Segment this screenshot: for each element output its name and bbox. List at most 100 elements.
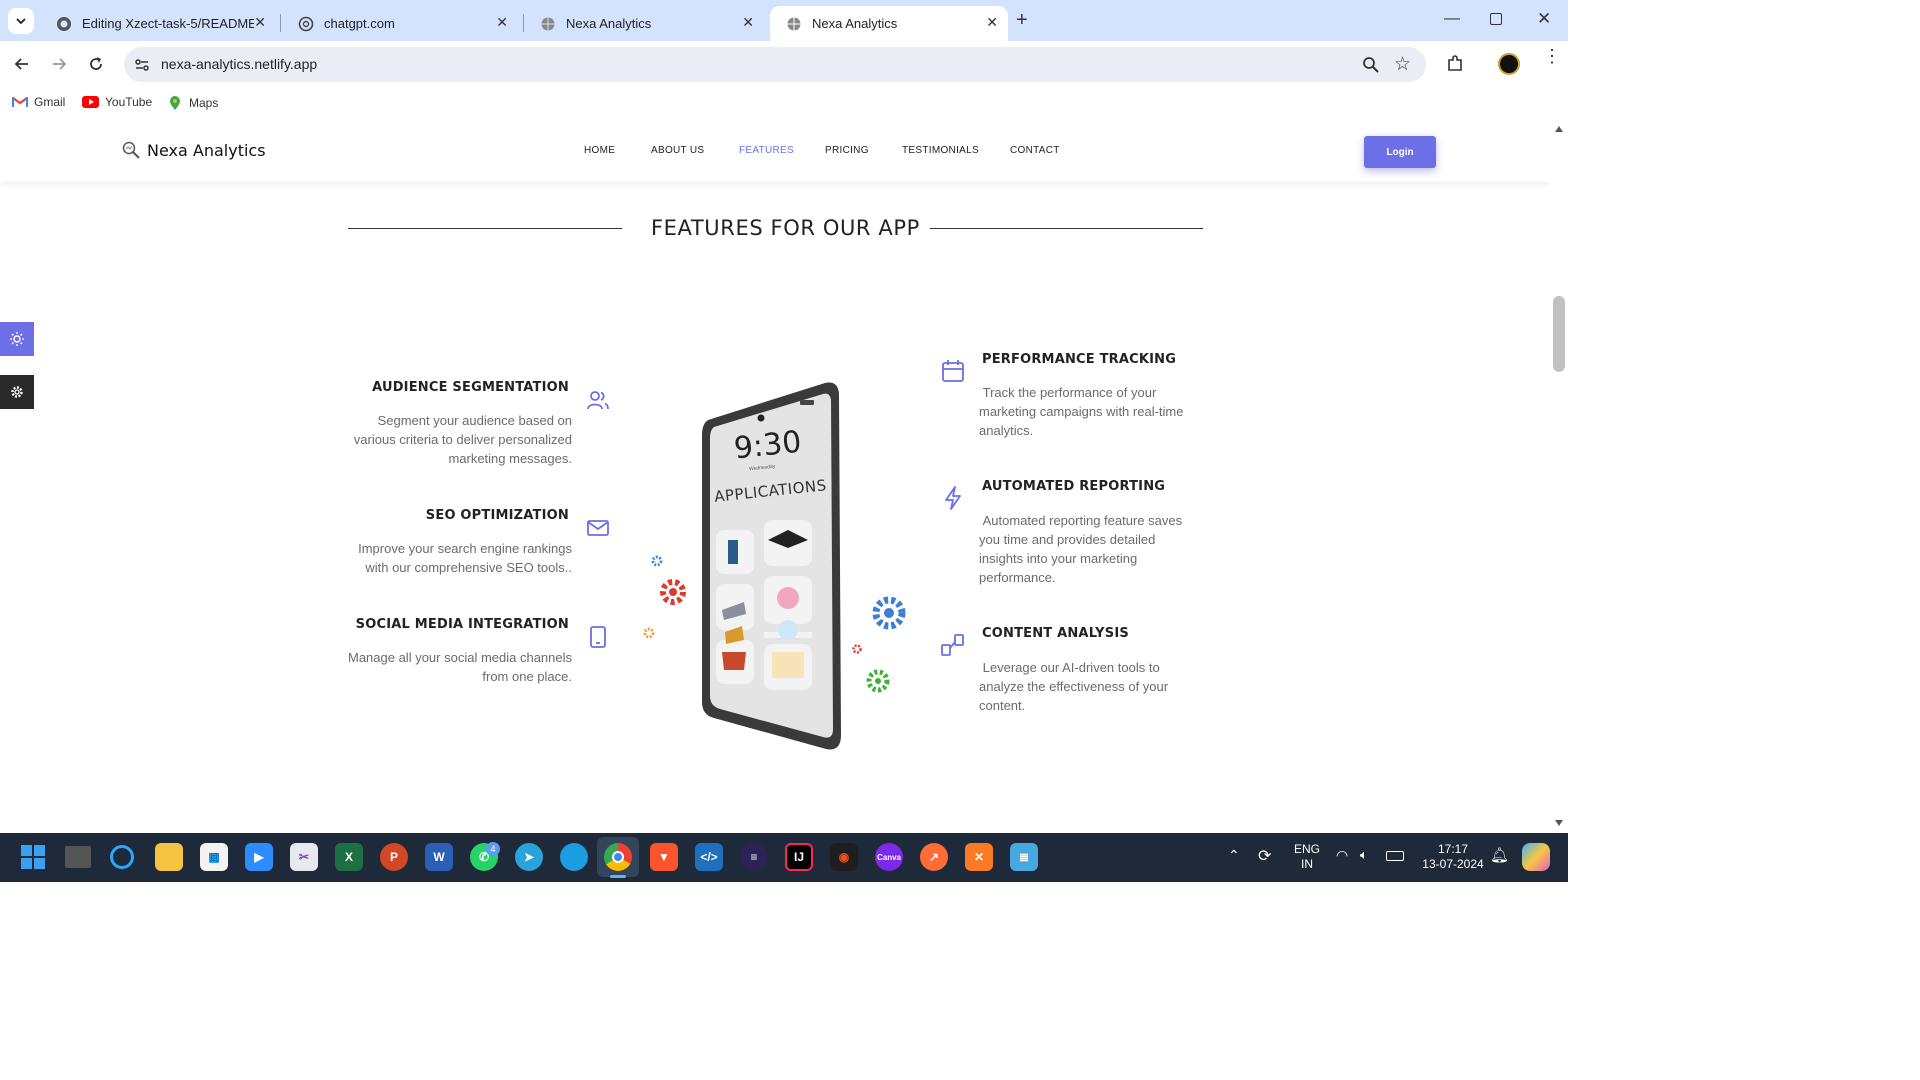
microsoft-store-icon[interactable]: ▦ bbox=[200, 843, 228, 871]
gear-orange-icon bbox=[643, 627, 655, 639]
feature-description: Automated reporting feature saves you ti… bbox=[979, 513, 1186, 585]
close-window-button[interactable]: ✕ bbox=[1537, 9, 1551, 29]
reload-icon[interactable] bbox=[86, 54, 106, 79]
postman-icon[interactable]: ↗ bbox=[920, 843, 948, 871]
feature-title: AUTOMATED REPORTING bbox=[982, 479, 1166, 494]
file-explorer-icon[interactable] bbox=[155, 843, 183, 871]
title-rule-left bbox=[348, 228, 622, 229]
language-code: ENG bbox=[1293, 842, 1320, 856]
phone-illustration: 9:30 Wednesday APPLICATIONS bbox=[640, 380, 920, 755]
telegram-icon[interactable]: ➤ bbox=[515, 843, 543, 871]
volume-muted-icon[interactable]: 🔈︎ bbox=[1360, 847, 1368, 863]
xampp-icon[interactable]: ✕ bbox=[965, 843, 993, 871]
copilot-icon[interactable] bbox=[1522, 843, 1550, 871]
youtube-icon bbox=[82, 96, 99, 108]
url-text: nexa-analytics.netlify.app bbox=[161, 56, 318, 72]
bookmark-maps[interactable]: Maps bbox=[169, 95, 218, 111]
notepad-icon[interactable]: ≣ bbox=[1010, 843, 1038, 871]
edge-icon[interactable] bbox=[560, 843, 588, 871]
intellij-icon[interactable]: IJ bbox=[785, 843, 813, 871]
bookmark-gmail[interactable]: Gmail bbox=[12, 95, 65, 109]
nav-testimonials[interactable]: TESTIMONIALS bbox=[902, 145, 979, 156]
browser-menu-icon[interactable]: ⋮ bbox=[1543, 47, 1561, 65]
sync-icon[interactable]: ⟳ bbox=[1258, 846, 1271, 866]
profile-avatar[interactable] bbox=[1498, 53, 1520, 75]
whatsapp-badge: 4 bbox=[486, 842, 500, 856]
site-navbar: Nexa Analytics HOME ABOUT US FEATURES PR… bbox=[0, 118, 1550, 182]
scroll-up-arrow-icon[interactable] bbox=[1555, 126, 1563, 132]
gmail-icon bbox=[12, 96, 28, 108]
envelope-icon bbox=[585, 515, 611, 541]
eclipse-icon[interactable]: ≡ bbox=[740, 843, 768, 871]
restore-button[interactable] bbox=[1490, 13, 1502, 25]
close-tab-icon[interactable]: ✕ bbox=[496, 14, 508, 31]
gear-blue-small-icon bbox=[651, 555, 663, 567]
title-rule-right bbox=[930, 228, 1203, 229]
canva-icon[interactable]: Canva bbox=[875, 843, 903, 871]
close-tab-icon[interactable]: ✕ bbox=[254, 14, 266, 31]
light-mode-toggle[interactable] bbox=[0, 322, 34, 356]
zoom-app-icon[interactable]: ▶ bbox=[245, 843, 273, 871]
tab-search-chevron-icon[interactable] bbox=[8, 8, 34, 34]
figma-icon[interactable]: ◉ bbox=[830, 843, 858, 871]
forward-icon[interactable] bbox=[49, 54, 69, 79]
battery-icon[interactable] bbox=[1386, 851, 1404, 861]
nav-pricing[interactable]: PRICING bbox=[825, 145, 869, 156]
back-icon[interactable] bbox=[12, 54, 32, 79]
users-icon bbox=[585, 388, 611, 414]
tab-chatgpt[interactable]: chatgpt.com ✕ bbox=[282, 6, 518, 41]
scrollbar-thumb[interactable] bbox=[1553, 296, 1565, 372]
gear-icon bbox=[11, 386, 23, 398]
lightning-icon bbox=[940, 485, 966, 511]
login-button[interactable]: Login bbox=[1364, 136, 1436, 168]
clock[interactable]: 17:17 13-07-2024 bbox=[1416, 842, 1490, 872]
feature-title: AUDIENCE SEGMENTATION bbox=[372, 380, 569, 395]
brand-logo[interactable]: Nexa Analytics bbox=[121, 140, 266, 160]
extensions-icon[interactable] bbox=[1445, 54, 1465, 79]
settings-toggle[interactable] bbox=[0, 375, 34, 409]
excel-icon[interactable]: X bbox=[335, 843, 363, 871]
chrome-icon[interactable] bbox=[604, 843, 632, 871]
snipping-tool-icon[interactable]: ✂ bbox=[290, 843, 318, 871]
globe-icon bbox=[786, 16, 802, 32]
wifi-icon[interactable]: ◠ bbox=[1336, 847, 1348, 864]
brand-name: Nexa Analytics bbox=[147, 140, 266, 160]
windows-start-icon[interactable] bbox=[19, 843, 47, 871]
word-icon[interactable]: W bbox=[425, 843, 453, 871]
tab-nexa-1[interactable]: Nexa Analytics ✕ bbox=[524, 6, 764, 41]
address-bar[interactable]: nexa-analytics.netlify.app ☆ bbox=[124, 47, 1426, 82]
task-view-icon[interactable] bbox=[65, 846, 91, 868]
bookmark-youtube[interactable]: YouTube bbox=[82, 95, 152, 109]
page-scrollbar[interactable] bbox=[1550, 118, 1568, 833]
nav-features[interactable]: FEATURES bbox=[739, 145, 794, 156]
gear-green-icon bbox=[866, 669, 890, 693]
notifications-bell-icon[interactable]: 🔔︎ bbox=[1490, 846, 1509, 864]
cortana-icon[interactable] bbox=[110, 845, 134, 869]
tab-github[interactable]: Editing Xzect-task-5/README.m ✕ bbox=[40, 6, 276, 41]
vscode-icon[interactable]: </> bbox=[695, 843, 723, 871]
nav-contact[interactable]: CONTACT bbox=[1010, 145, 1060, 156]
nav-about-us[interactable]: ABOUT US bbox=[651, 145, 704, 156]
bookmark-label: Gmail bbox=[34, 95, 66, 109]
new-tab-button[interactable]: + bbox=[1016, 9, 1028, 32]
close-tab-icon[interactable]: ✕ bbox=[742, 14, 754, 31]
phone-clock: 9:30 bbox=[732, 424, 804, 467]
close-tab-icon[interactable]: ✕ bbox=[986, 14, 998, 31]
tablet-icon bbox=[585, 624, 611, 650]
site-info-icon[interactable] bbox=[134, 57, 150, 78]
zoom-icon[interactable] bbox=[1362, 56, 1380, 79]
minimize-button[interactable]: — bbox=[1444, 10, 1460, 28]
tab-nexa-active[interactable]: Nexa Analytics ✕ bbox=[770, 6, 1008, 41]
bookmark-star-icon[interactable]: ☆ bbox=[1394, 53, 1411, 76]
scroll-down-arrow-icon[interactable] bbox=[1555, 820, 1563, 826]
clock-date: 13-07-2024 bbox=[1422, 857, 1484, 871]
feature-title: PERFORMANCE TRACKING bbox=[982, 352, 1177, 367]
language-indicator[interactable]: ENG IN bbox=[1290, 842, 1324, 872]
calendar-icon bbox=[940, 358, 966, 384]
brave-icon[interactable]: ▼ bbox=[650, 843, 678, 871]
nav-home[interactable]: HOME bbox=[584, 145, 615, 156]
show-hidden-icons[interactable]: ⌃ bbox=[1228, 847, 1240, 864]
github-icon bbox=[56, 16, 72, 32]
powerpoint-icon[interactable]: P bbox=[380, 843, 408, 871]
sun-icon bbox=[10, 332, 24, 346]
